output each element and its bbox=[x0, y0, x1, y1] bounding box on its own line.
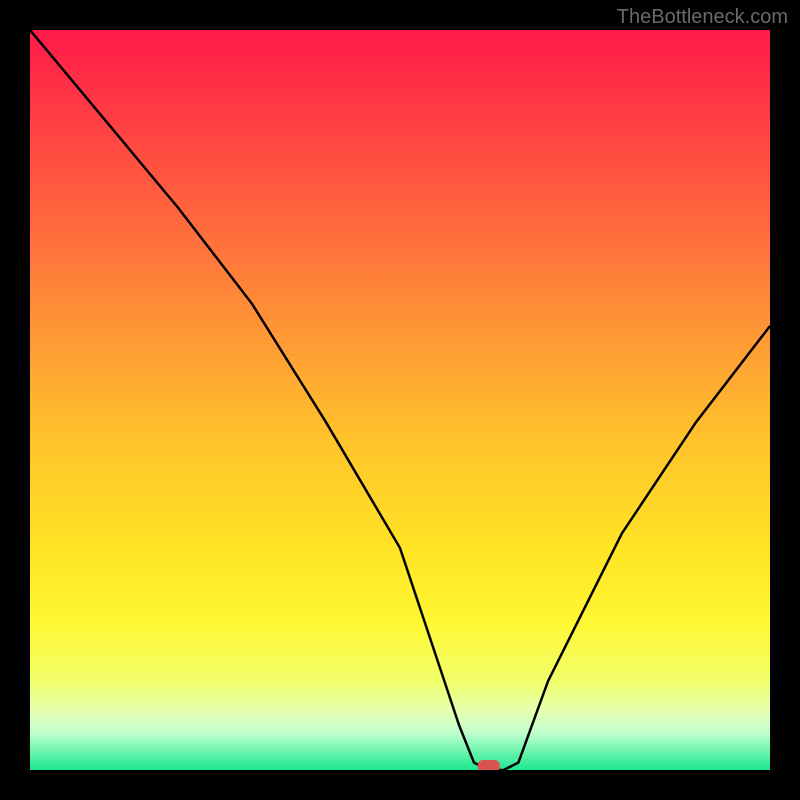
gradient-background bbox=[30, 30, 770, 770]
plot-area bbox=[30, 30, 770, 770]
optimal-marker bbox=[478, 760, 500, 770]
chart-container: TheBottleneck.com bbox=[0, 0, 800, 800]
attribution-label: TheBottleneck.com bbox=[617, 6, 788, 29]
chart-svg bbox=[30, 30, 770, 770]
